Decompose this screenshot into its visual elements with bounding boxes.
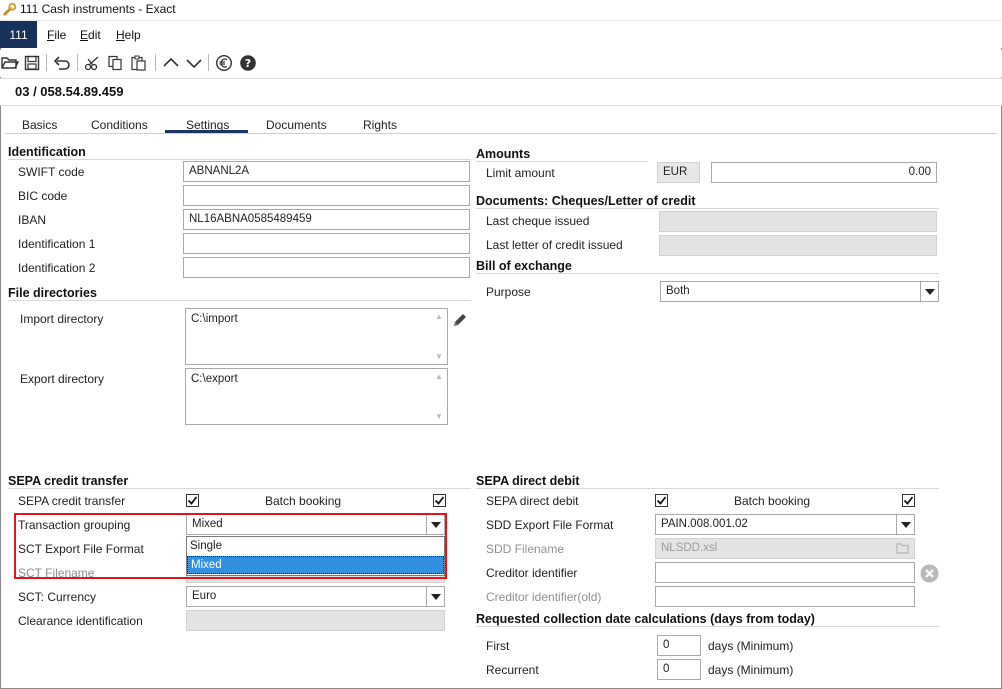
sepa-ct-label: SEPA credit transfer (18, 494, 126, 508)
tab-conditions[interactable]: Conditions (91, 118, 148, 132)
sdd-filename-input: NLSDD.xsl (655, 538, 915, 559)
export-scrollbar[interactable]: ▲ ▼ (434, 372, 444, 421)
sepa-ct-batch-label: Batch booking (265, 494, 342, 508)
tab-documents[interactable]: Documents (266, 118, 327, 132)
creditor-identifier-label: Creditor identifier (486, 566, 578, 580)
section-identification: Identification (8, 145, 86, 159)
sdd-export-format-label: SDD Export File Format (486, 518, 614, 532)
last-letter-label: Last letter of credit issued (486, 238, 623, 252)
sepa-dd-checkbox[interactable] (655, 494, 668, 507)
creditor-identifier-old-input[interactable] (655, 586, 915, 607)
up-chevron-icon[interactable] (161, 53, 181, 73)
file-browse-icon (896, 543, 909, 554)
bic-input[interactable] (183, 185, 470, 206)
first-label: First (486, 639, 510, 653)
swift-label: SWIFT code (18, 165, 85, 179)
chevron-down-icon[interactable] (426, 587, 444, 606)
window-title: 111 Cash instruments - Exact (20, 2, 176, 16)
record-header (0, 78, 1002, 106)
toolbar (0, 50, 1002, 77)
tab-rights[interactable]: Rights (363, 118, 397, 132)
last-letter-input (659, 235, 937, 256)
section-sepa-direct-debit: SEPA direct debit (476, 474, 580, 488)
menu-bar (0, 21, 1002, 48)
paste-icon[interactable] (129, 53, 149, 73)
import-directory-input[interactable]: C:\import ▲ ▼ (185, 308, 448, 365)
help-icon[interactable]: ? (238, 53, 258, 73)
open-folder-icon[interactable] (0, 53, 20, 73)
limit-amount-label: Limit amount (486, 166, 555, 180)
identification2-input[interactable] (183, 257, 470, 278)
section-collection-calculations: Requested collection date calculations (… (476, 612, 815, 626)
pencil-icon[interactable] (451, 311, 469, 329)
identification1-input[interactable] (183, 233, 470, 254)
section-file-directories: File directories (8, 286, 97, 300)
sdd-filename-label: SDD Filename (486, 542, 565, 556)
sepa-ct-checkbox[interactable] (186, 494, 199, 507)
last-cheque-input (659, 211, 937, 232)
section-amounts: Amounts (476, 147, 531, 161)
identification2-label: Identification 2 (18, 261, 96, 275)
title-bar: 111 Cash instruments - Exact (0, 0, 1002, 21)
section-documents: Documents: Cheques/Letter of credit (476, 194, 696, 208)
sct-currency-label: SCT: Currency (18, 590, 97, 604)
undo-icon[interactable] (52, 53, 72, 73)
iban-label: IBAN (18, 213, 47, 227)
sepa-dd-label: SEPA direct debit (486, 494, 579, 508)
menu-edit[interactable]: Edit (80, 28, 101, 42)
menu-file[interactable]: File (47, 28, 66, 42)
tab-basics[interactable]: Basics (22, 118, 57, 132)
chevron-down-icon[interactable] (920, 282, 938, 301)
last-cheque-label: Last cheque issued (486, 214, 590, 228)
svg-text:?: ? (245, 57, 251, 70)
sdd-export-format-select[interactable]: PAIN.008.001.02 (655, 514, 915, 535)
clear-icon[interactable] (920, 564, 939, 583)
purpose-label: Purpose (486, 285, 531, 299)
import-scrollbar[interactable]: ▲ ▼ (434, 312, 444, 361)
app-badge[interactable]: 111 (0, 21, 37, 48)
recurrent-unit-label: days (Minimum) (708, 663, 794, 677)
export-directory-input[interactable]: C:\export ▲ ▼ (185, 368, 448, 425)
iban-input[interactable]: NL16ABNA0585489459 (183, 209, 470, 230)
section-bill-of-exchange: Bill of exchange (476, 259, 572, 273)
identification1-label: Identification 1 (18, 237, 96, 251)
first-unit-label: days (Minimum) (708, 639, 794, 653)
down-chevron-icon[interactable] (184, 53, 204, 73)
import-directory-label: Import directory (20, 312, 104, 326)
euro-icon[interactable] (214, 53, 234, 73)
clearance-id-label: Clearance identification (18, 614, 143, 628)
sepa-ct-batch-checkbox[interactable] (433, 494, 446, 507)
swift-input[interactable]: ABNANL2A (183, 161, 470, 182)
save-icon[interactable] (22, 53, 42, 73)
section-sepa-credit-transfer: SEPA credit transfer (8, 474, 129, 488)
sct-currency-select[interactable]: Euro (186, 586, 445, 607)
record-title: 03 / 058.54.89.459 (15, 84, 124, 99)
copy-icon[interactable] (106, 53, 126, 73)
sepa-dd-batch-checkbox[interactable] (902, 494, 915, 507)
sepa-dd-batch-label: Batch booking (734, 494, 811, 508)
first-days-input[interactable]: 0 (657, 635, 701, 656)
creditor-identifier-input[interactable] (655, 562, 915, 583)
highlight-box (14, 513, 447, 579)
clearance-id-input (186, 610, 445, 631)
export-directory-label: Export directory (20, 372, 105, 386)
menu-help[interactable]: Help (116, 28, 141, 42)
bic-label: BIC code (18, 189, 68, 203)
recurrent-days-input[interactable]: 0 (657, 659, 701, 680)
cut-icon[interactable] (83, 53, 103, 73)
recurrent-label: Recurrent (486, 663, 539, 677)
currency-code: EUR (657, 162, 700, 183)
chevron-down-icon[interactable] (896, 515, 914, 534)
creditor-identifier-old-label: Creditor identifier(old) (486, 590, 602, 604)
purpose-select[interactable]: Both (660, 281, 939, 302)
wrench-icon (3, 2, 17, 16)
limit-amount-input[interactable]: 0.00 (711, 162, 937, 183)
